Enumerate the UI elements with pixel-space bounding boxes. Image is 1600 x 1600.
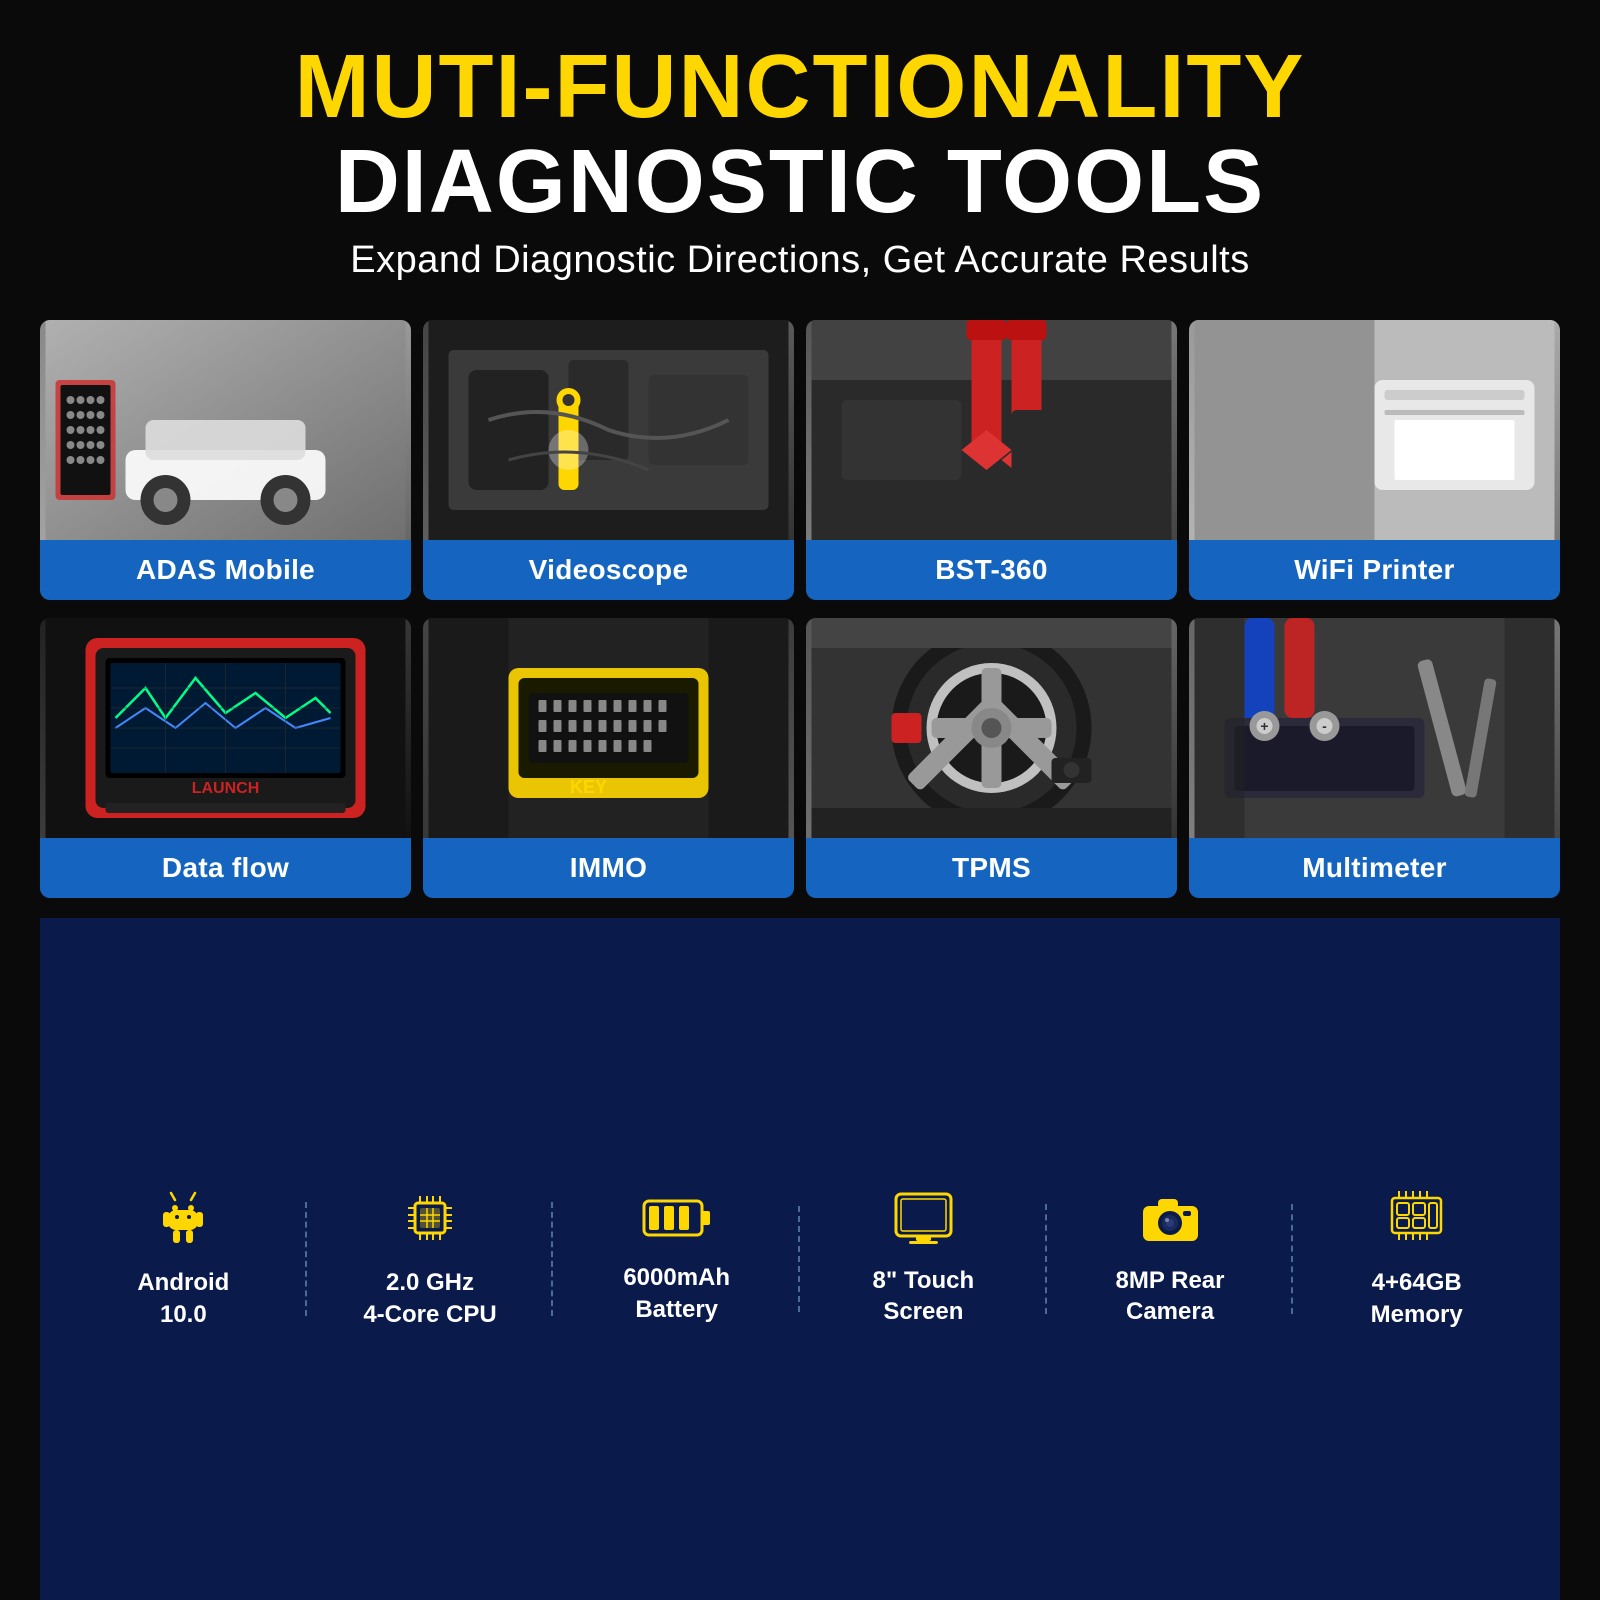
grid-item-bst: BST-360: [806, 320, 1177, 600]
android-icon: [153, 1188, 213, 1257]
tpms-label: TPMS: [806, 838, 1177, 898]
specs-bar: Android10.0: [40, 918, 1560, 1600]
adas-image: [40, 320, 411, 540]
camera-icon: [1138, 1191, 1203, 1255]
dataflow-label: Data flow: [40, 838, 411, 898]
videoscope-image: [423, 320, 794, 540]
cpu-text: 2.0 GHz4-Core CPU: [363, 1267, 496, 1329]
wifi-label: WiFi Printer: [1189, 540, 1560, 600]
spec-memory: 4+64GBMemory: [1293, 1188, 1540, 1329]
grid-row2: LAUNCH Data flow: [40, 618, 1560, 898]
svg-text:-: -: [1322, 718, 1327, 734]
header-section: MUTI-FUNCTIONALITY DIAGNOSTIC TOOLS Expa…: [295, 40, 1306, 282]
bst-label: BST-360: [806, 540, 1177, 600]
spec-screen: 8" TouchScreen: [800, 1191, 1047, 1327]
subtitle: Expand Diagnostic Directions, Get Accura…: [295, 239, 1306, 282]
tpms-image: [806, 618, 1177, 838]
multimeter-label: Multimeter: [1189, 838, 1560, 898]
title-yellow: MUTI-FUNCTIONALITY: [295, 40, 1306, 135]
grid-item-videoscope: Videoscope: [423, 320, 794, 600]
camera-text: 8MP RearCamera: [1116, 1265, 1225, 1327]
multimeter-image: + -: [1189, 618, 1560, 838]
grid-item-wifi: WiFi Printer: [1189, 320, 1560, 600]
battery-text: 6000mAhBattery: [623, 1262, 730, 1324]
svg-text:KEY: KEY: [570, 777, 607, 797]
wifi-image: [1189, 320, 1560, 540]
memory-text: 4+64GBMemory: [1371, 1267, 1463, 1329]
spec-camera: 8MP RearCamera: [1047, 1191, 1294, 1327]
title-white: DIAGNOSTIC TOOLS: [295, 135, 1306, 230]
bst-image: [806, 320, 1177, 540]
memory-icon: [1384, 1188, 1449, 1257]
battery-icon: [642, 1193, 712, 1252]
adas-label: ADAS Mobile: [40, 540, 411, 600]
spec-android: Android10.0: [60, 1188, 307, 1329]
spec-battery: 6000mAhBattery: [553, 1193, 800, 1324]
grid-item-adas: ADAS Mobile: [40, 320, 411, 600]
videoscope-label: Videoscope: [423, 540, 794, 600]
dataflow-image: LAUNCH: [40, 618, 411, 838]
grid-item-multimeter: + - Multimeter: [1189, 618, 1560, 898]
android-text: Android10.0: [137, 1267, 229, 1329]
immo-label: IMMO: [423, 838, 794, 898]
screen-icon: [891, 1191, 956, 1255]
main-container: MUTI-FUNCTIONALITY DIAGNOSTIC TOOLS Expa…: [0, 0, 1600, 1600]
grid-item-immo: KEY IMMO: [423, 618, 794, 898]
spec-cpu: 2.0 GHz4-Core CPU: [307, 1188, 554, 1329]
immo-image: KEY: [423, 618, 794, 838]
svg-text:LAUNCH: LAUNCH: [192, 780, 260, 797]
svg-text:+: +: [1260, 718, 1268, 734]
screen-text: 8" TouchScreen: [873, 1265, 975, 1327]
grid-item-dataflow: LAUNCH Data flow: [40, 618, 411, 898]
grid-row1: ADAS Mobile: [40, 320, 1560, 600]
grid-item-tpms: TPMS: [806, 618, 1177, 898]
cpu-icon: [400, 1188, 460, 1257]
